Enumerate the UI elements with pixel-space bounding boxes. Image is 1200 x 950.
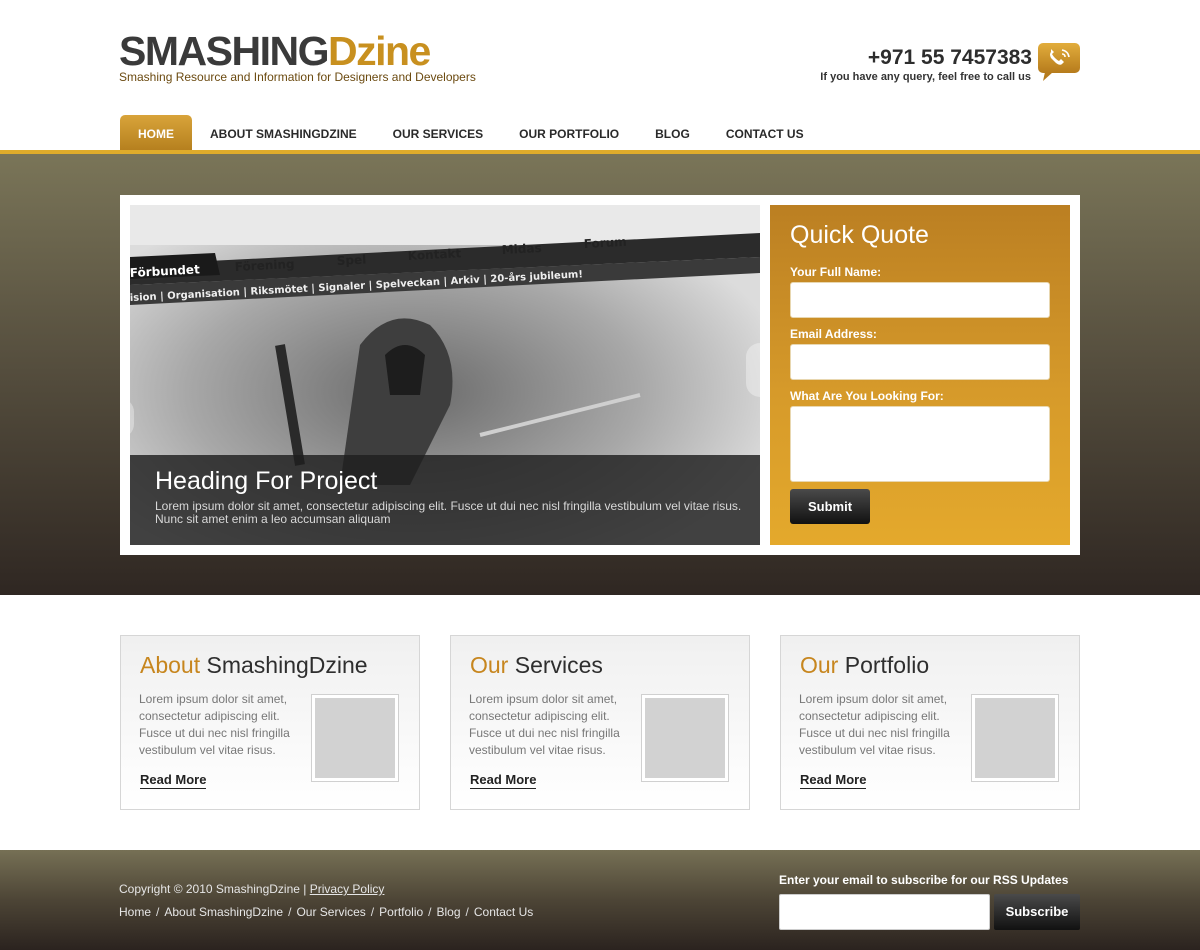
- subscribe-button[interactable]: Subscribe: [994, 894, 1080, 930]
- nav-portfolio[interactable]: OUR PORTFOLIO: [501, 115, 637, 151]
- separator: /: [288, 905, 292, 919]
- slide-screenshot-tabs: Förbundet Förening Spel Kontakt Midas Fo…: [130, 235, 627, 304]
- services-box: Our Services Lorem ipsum dolor sit amet,…: [450, 635, 750, 810]
- box-title: Our Services: [470, 652, 603, 679]
- submit-button[interactable]: Submit: [790, 489, 870, 524]
- full-name-input[interactable]: [790, 282, 1050, 318]
- image-slider[interactable]: Förbundet Förening Spel Kontakt Midas Fo…: [130, 205, 760, 545]
- slider-next-arrow[interactable]: [746, 343, 760, 397]
- name-label: Your Full Name:: [790, 265, 882, 279]
- rss-email-input[interactable]: [779, 894, 990, 930]
- footer-link-about[interactable]: About SmashingDzine: [164, 905, 283, 919]
- email-label: Email Address:: [790, 327, 877, 341]
- box-thumbnail: [641, 694, 729, 782]
- footer-link-portfolio[interactable]: Portfolio: [379, 905, 423, 919]
- box-text: Lorem ipsum dolor sit amet, consectetur …: [799, 692, 950, 757]
- separator: /: [428, 905, 432, 919]
- box-title-rest: SmashingDzine: [200, 652, 368, 678]
- tab-text-3: Kontakt: [407, 246, 461, 263]
- box-title-rest: Portfolio: [838, 652, 930, 678]
- footer-link-contact[interactable]: Contact Us: [474, 905, 533, 919]
- separator: /: [156, 905, 160, 919]
- tab-text-2: Spel: [336, 252, 366, 268]
- box-text: Lorem ipsum dolor sit amet, consectetur …: [469, 692, 620, 757]
- phone-number: +971 55 7457383: [867, 46, 1032, 69]
- nav-services[interactable]: OUR SERVICES: [375, 115, 501, 151]
- read-more-link[interactable]: Read More: [800, 772, 867, 789]
- slide-text: Lorem ipsum dolor sit amet, consectetur …: [155, 499, 742, 526]
- about-box: About SmashingDzine Lorem ipsum dolor si…: [120, 635, 420, 810]
- box-text: Lorem ipsum dolor sit amet, consectetur …: [139, 692, 290, 757]
- footer-links: Home / About SmashingDzine / Our Services / Po…: [119, 905, 533, 919]
- thumbnail-placeholder: [645, 698, 725, 778]
- portfolio-box: Our Portfolio Lorem ipsum dolor sit amet…: [780, 635, 1080, 810]
- site-tagline: Smashing Resource and Information for De…: [119, 70, 476, 84]
- footer-link-blog[interactable]: Blog: [437, 905, 461, 919]
- looking-for-textarea[interactable]: [790, 406, 1050, 482]
- box-title-accent: Our: [470, 652, 509, 678]
- box-title: About SmashingDzine: [140, 652, 368, 679]
- separator: /: [370, 905, 375, 919]
- nav-blog[interactable]: BLOG: [637, 115, 708, 151]
- nav-home[interactable]: HOME: [120, 115, 192, 151]
- phone-subtext: If you have any query, feel free to call…: [820, 71, 1031, 83]
- nav-contact[interactable]: CONTACT US: [708, 115, 822, 151]
- tab-text-0: Förbundet: [130, 262, 200, 280]
- copyright-text: Copyright © 2010 SmashingDzine |: [119, 882, 307, 896]
- footer-link-services[interactable]: Our Services: [296, 905, 365, 919]
- nav-about[interactable]: ABOUT SMASHINGDZINE: [192, 115, 375, 151]
- email-input[interactable]: [790, 344, 1050, 380]
- thumbnail-placeholder: [975, 698, 1055, 778]
- box-title-accent: About: [140, 652, 201, 678]
- separator: /: [465, 905, 469, 919]
- slide-caption: Heading For Project Lorem ipsum dolor si…: [130, 455, 760, 545]
- main-nav: HOME ABOUT SMASHINGDZINE OUR SERVICES OU…: [120, 115, 822, 151]
- thumbnail-placeholder: [315, 698, 395, 778]
- phone-icon: [1037, 42, 1081, 82]
- footer-link-home[interactable]: Home: [119, 905, 151, 919]
- box-title-accent: Our: [800, 652, 839, 678]
- rss-label: Enter your email to subscribe for our RS…: [779, 873, 1069, 887]
- quote-title: Quick Quote: [790, 221, 929, 249]
- box-title-rest: Services: [508, 652, 603, 678]
- box-thumbnail: [971, 694, 1059, 782]
- tab-text-5: Forum: [583, 235, 627, 251]
- logo-part1: SMASHING: [119, 28, 329, 74]
- slide-title: Heading For Project: [155, 467, 378, 495]
- copyright: Copyright © 2010 SmashingDzine | Privacy…: [119, 882, 384, 896]
- quick-quote-form: Quick Quote Your Full Name: Email Addres…: [770, 205, 1070, 545]
- tab-text-1: Förening: [234, 257, 294, 274]
- footer: Copyright © 2010 SmashingDzine | Privacy…: [0, 850, 1200, 950]
- read-more-link[interactable]: Read More: [140, 772, 207, 789]
- tab-text-4: Midas: [501, 241, 542, 257]
- logo-part2: Dzine: [327, 28, 431, 74]
- box-thumbnail: [311, 694, 399, 782]
- read-more-link[interactable]: Read More: [470, 772, 537, 789]
- box-title: Our Portfolio: [800, 652, 929, 679]
- privacy-policy-link[interactable]: Privacy Policy: [310, 882, 385, 896]
- site-logo[interactable]: SMASHINGDzine: [119, 28, 431, 74]
- looking-for-label: What Are You Looking For:: [790, 389, 944, 403]
